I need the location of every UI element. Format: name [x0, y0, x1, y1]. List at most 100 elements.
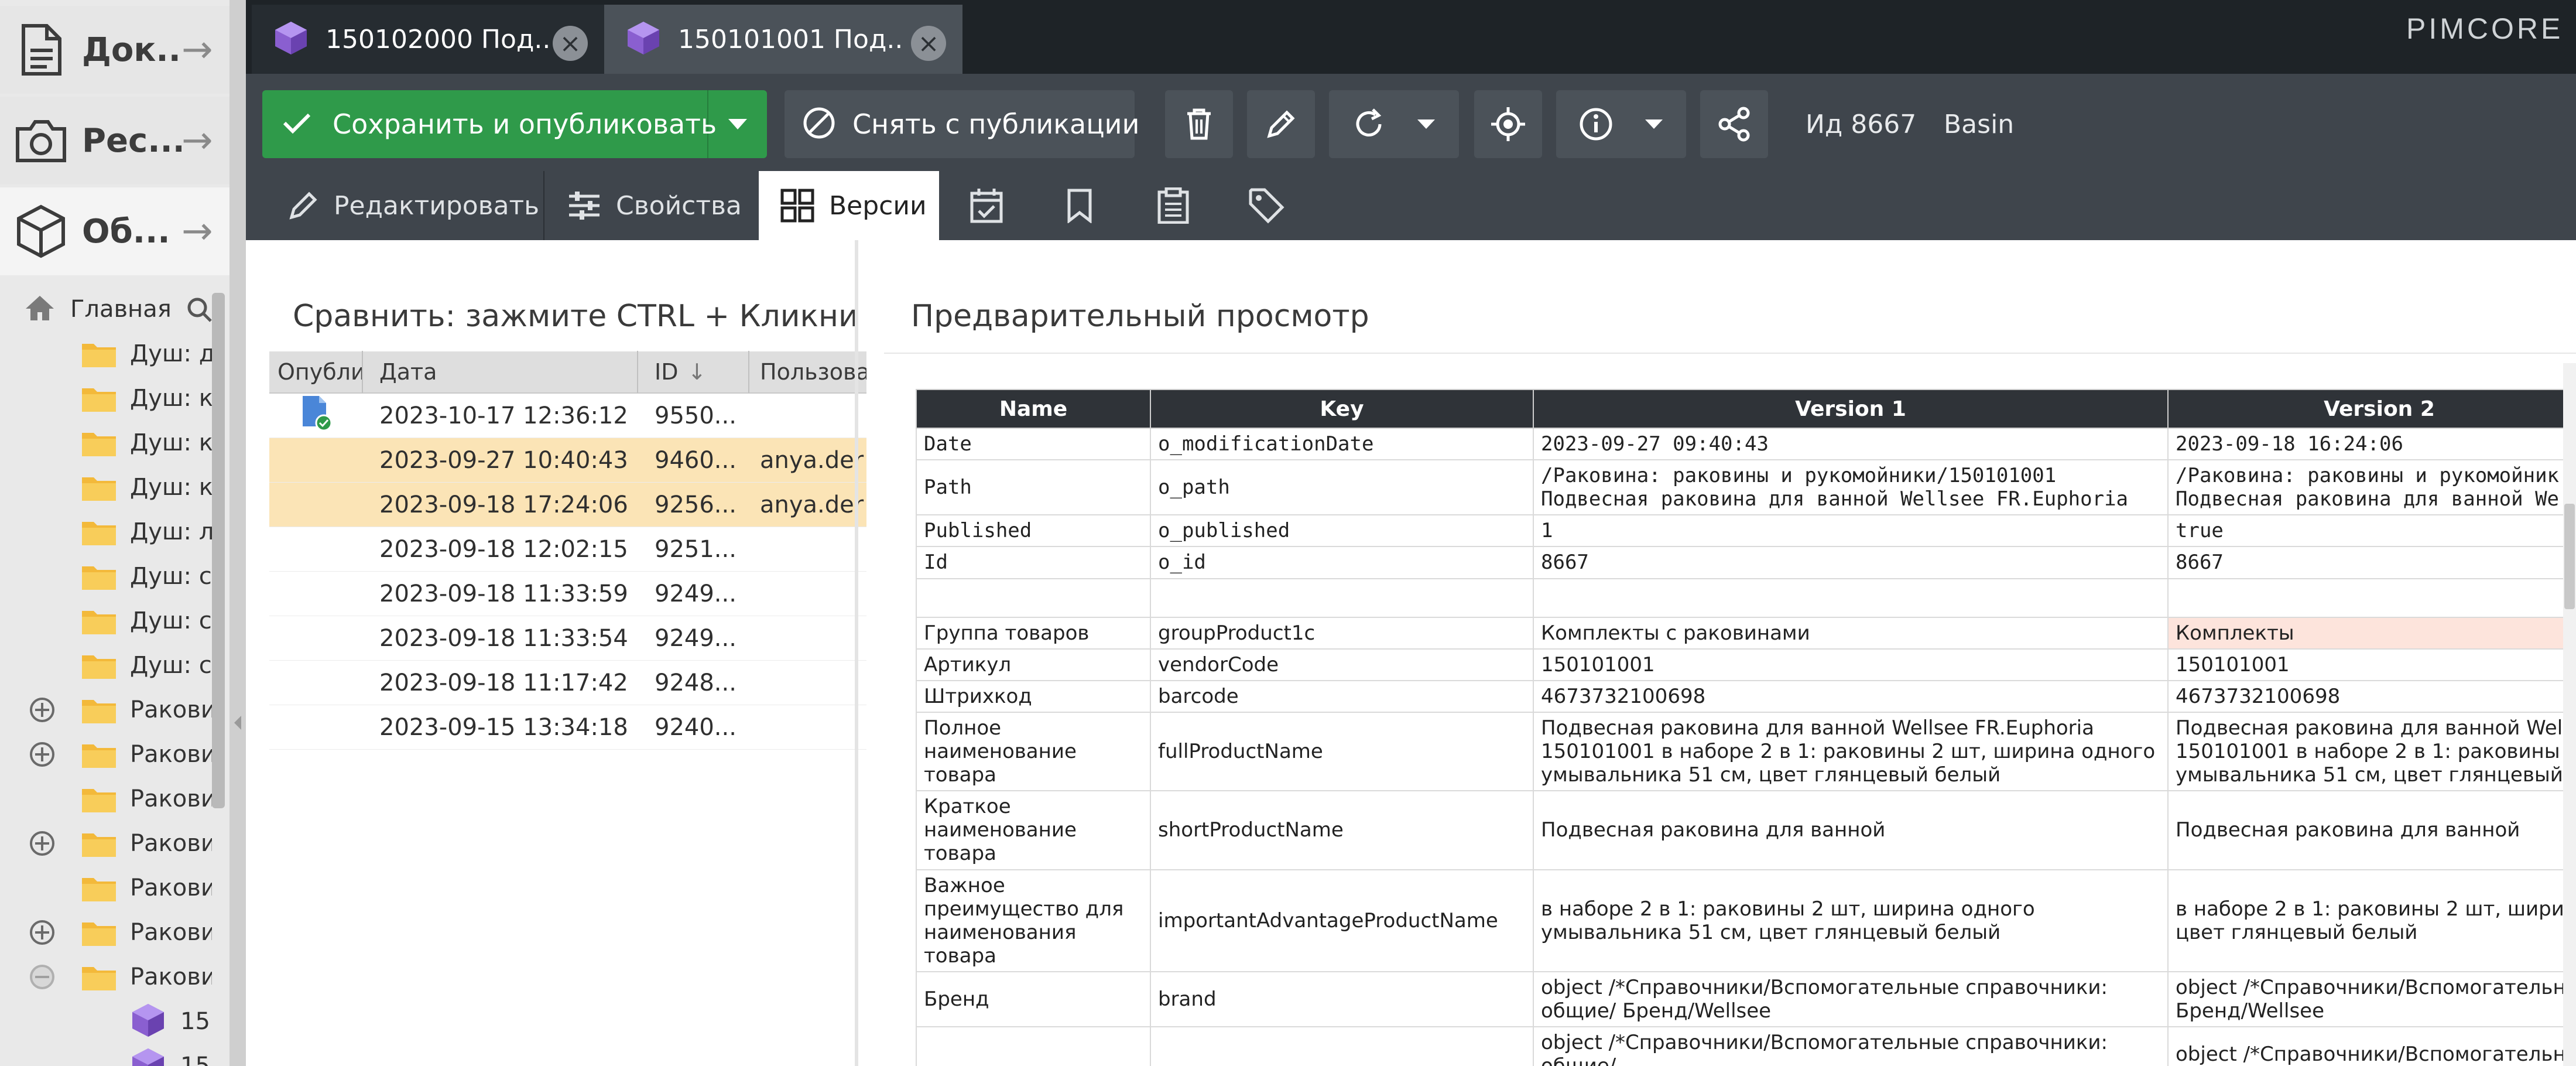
comparison-cell-key: o_published — [1150, 514, 1534, 548]
save-publish-label: Сохранить и опубликовать — [333, 108, 717, 140]
tree-folder-item[interactable]: Душ: д — [0, 332, 212, 376]
tree-object-item[interactable]: 15 — [0, 1044, 211, 1066]
tree-folder-item[interactable]: Ракови — [0, 910, 212, 955]
tree-folder-label: Душ: д — [130, 340, 212, 367]
column-key: Key — [1150, 389, 1534, 429]
folder-icon — [81, 740, 117, 769]
save-dropdown-button[interactable] — [708, 90, 767, 158]
reload-split-button[interactable] — [1329, 90, 1459, 158]
tab-object-150102000[interactable]: 150102000 Под... × — [252, 5, 604, 74]
version-row[interactable]: 2023-09-27 10:40:43 9460... anya.der — [269, 438, 866, 483]
save-publish-button[interactable]: Сохранить и опубликовать — [262, 90, 717, 158]
comparison-row: Path o_path/Раковина: раковины и рукомойн… — [916, 459, 2576, 516]
tree-folder-item[interactable]: Душ: с — [0, 554, 212, 599]
unpublish-button[interactable]: Снять с публикации — [785, 90, 1139, 158]
locate-in-tree-button[interactable] — [1474, 90, 1542, 158]
tree-folder-label: Ракови — [130, 785, 212, 812]
tab-notes[interactable] — [1157, 171, 1190, 240]
tree-folder-label: Душ: л — [130, 518, 212, 545]
rename-button[interactable] — [1247, 90, 1315, 158]
tab-edit-label: Редактировать — [334, 190, 540, 221]
preview-scrollbar[interactable] — [2563, 363, 2576, 1066]
panel-splitter[interactable] — [855, 240, 858, 1066]
info-split-button[interactable] — [1556, 90, 1686, 158]
tree-folder-item[interactable]: Душ: к — [0, 421, 212, 465]
version-row[interactable]: 2023-09-18 11:33:54 9249... — [269, 616, 866, 661]
version-row[interactable]: 2023-10-17 12:36:12 9550... — [269, 394, 866, 438]
tab-dependencies[interactable] — [1067, 171, 1092, 240]
left-navigation: Док... → Рес... → Об... → Главная — [0, 0, 246, 1066]
tree-folder-item[interactable]: Душ: с — [0, 643, 212, 688]
tree-folder-item[interactable]: Ракови — [0, 688, 212, 732]
close-icon[interactable]: × — [911, 26, 946, 61]
column-user[interactable]: Пользова — [749, 351, 866, 393]
tab-schedule[interactable] — [970, 171, 1003, 240]
checkmark-icon — [282, 111, 311, 137]
panel-splitter[interactable] — [229, 0, 246, 1066]
tree-folder-item[interactable]: Душ: к — [0, 376, 212, 421]
collapse-icon[interactable] — [28, 963, 56, 991]
share-button[interactable] — [1700, 90, 1768, 158]
nav-assets[interactable]: Рес... → — [0, 97, 232, 184]
column-version-1: Version 1 — [1533, 389, 2169, 429]
version-row[interactable]: 2023-09-15 13:34:18 9240... — [269, 705, 866, 750]
comparison-cell-name: Артикул — [916, 648, 1151, 681]
tree-object-item[interactable]: 15 — [0, 999, 211, 1044]
tab-edit[interactable]: Редактировать — [287, 171, 539, 240]
tree-folder-item[interactable]: Душ: к — [0, 465, 212, 510]
published-cell — [269, 483, 363, 527]
tree-folder-item[interactable]: Ракови — [0, 732, 212, 777]
comparison-cell-name: Published — [916, 514, 1151, 548]
tab-tags[interactable] — [1248, 171, 1284, 240]
published-cell — [269, 527, 363, 572]
tab-properties[interactable]: Свойства — [567, 171, 742, 240]
delete-button[interactable] — [1165, 90, 1233, 158]
expand-icon[interactable] — [28, 829, 56, 857]
version-date: 2023-10-17 12:36:12 — [379, 402, 628, 429]
version-row[interactable]: 2023-09-18 11:17:42 9248... — [269, 661, 866, 705]
object-subtabs: Редактировать Свойства Версии — [246, 171, 2576, 240]
comparison-cell-v2: 2023-09-18 16:24:06 — [2167, 427, 2576, 461]
comparison-row: Date o_modificationDate 2023-09-27 09:40:4… — [916, 427, 2576, 461]
comparison-cell-key: fullProductName — [1150, 711, 1534, 792]
tree-home[interactable]: Главная — [0, 287, 213, 332]
tree-folder-item[interactable]: Душ: л — [0, 510, 212, 554]
comparison-cell-key: o_path — [1150, 459, 1534, 516]
expand-icon[interactable] — [28, 696, 56, 724]
info-icon — [1580, 108, 1612, 141]
comparison-cell-name: Date — [916, 427, 1151, 461]
version-row[interactable]: 2023-09-18 17:24:06 9256... anya.der — [269, 483, 866, 527]
tree-folder-item[interactable]: Ракови — [0, 821, 212, 866]
version-row[interactable]: 2023-09-18 12:02:15 9251... — [269, 527, 866, 572]
tree-object-label: 15 — [180, 1008, 210, 1035]
tree-scrollbar[interactable] — [212, 293, 225, 808]
version-row[interactable]: 2023-09-18 11:33:59 9249... — [269, 572, 866, 616]
comparison-table-container: Name Key Version 1 Version 2 Date o_modif… — [916, 389, 2576, 1066]
version-date: 2023-09-18 11:33:59 — [379, 580, 628, 607]
expand-icon[interactable] — [28, 918, 56, 947]
share-icon — [1718, 107, 1750, 142]
nav-objects[interactable]: Об... → — [0, 187, 232, 275]
version-id: 9248... — [655, 669, 737, 696]
comparison-cell-v2: 150101001 — [2167, 648, 2576, 681]
cube-object-icon — [625, 20, 662, 59]
tab-versions[interactable]: Версии — [759, 171, 939, 240]
tree-folder-item[interactable]: Ракови — [0, 955, 212, 999]
column-id-label: ID — [655, 359, 679, 385]
tree-folder-item[interactable]: Душ: с — [0, 599, 212, 643]
scrollbar-thumb[interactable] — [2564, 504, 2575, 609]
cube-object-icon — [130, 1047, 166, 1066]
tree-folder-item[interactable]: Ракови — [0, 777, 212, 821]
chevron-down-icon — [1417, 119, 1435, 129]
column-date[interactable]: Дата — [363, 351, 638, 393]
column-published[interactable]: Опубли — [269, 351, 363, 393]
expand-icon[interactable] — [28, 740, 56, 768]
search-icon[interactable] — [186, 296, 213, 326]
tab-object-150101001[interactable]: 150101001 Под... × — [604, 5, 962, 74]
tree-folder-item[interactable]: Ракови — [0, 866, 212, 910]
version-date: 2023-09-18 17:24:06 — [379, 491, 628, 518]
close-icon[interactable]: × — [553, 26, 588, 61]
versions-list-panel: Сравнить: зажмите CTRL + Кликните... Опу… — [258, 240, 866, 1066]
column-id[interactable]: ID ↓ — [638, 351, 749, 393]
nav-documents[interactable]: Док... → — [0, 6, 232, 94]
